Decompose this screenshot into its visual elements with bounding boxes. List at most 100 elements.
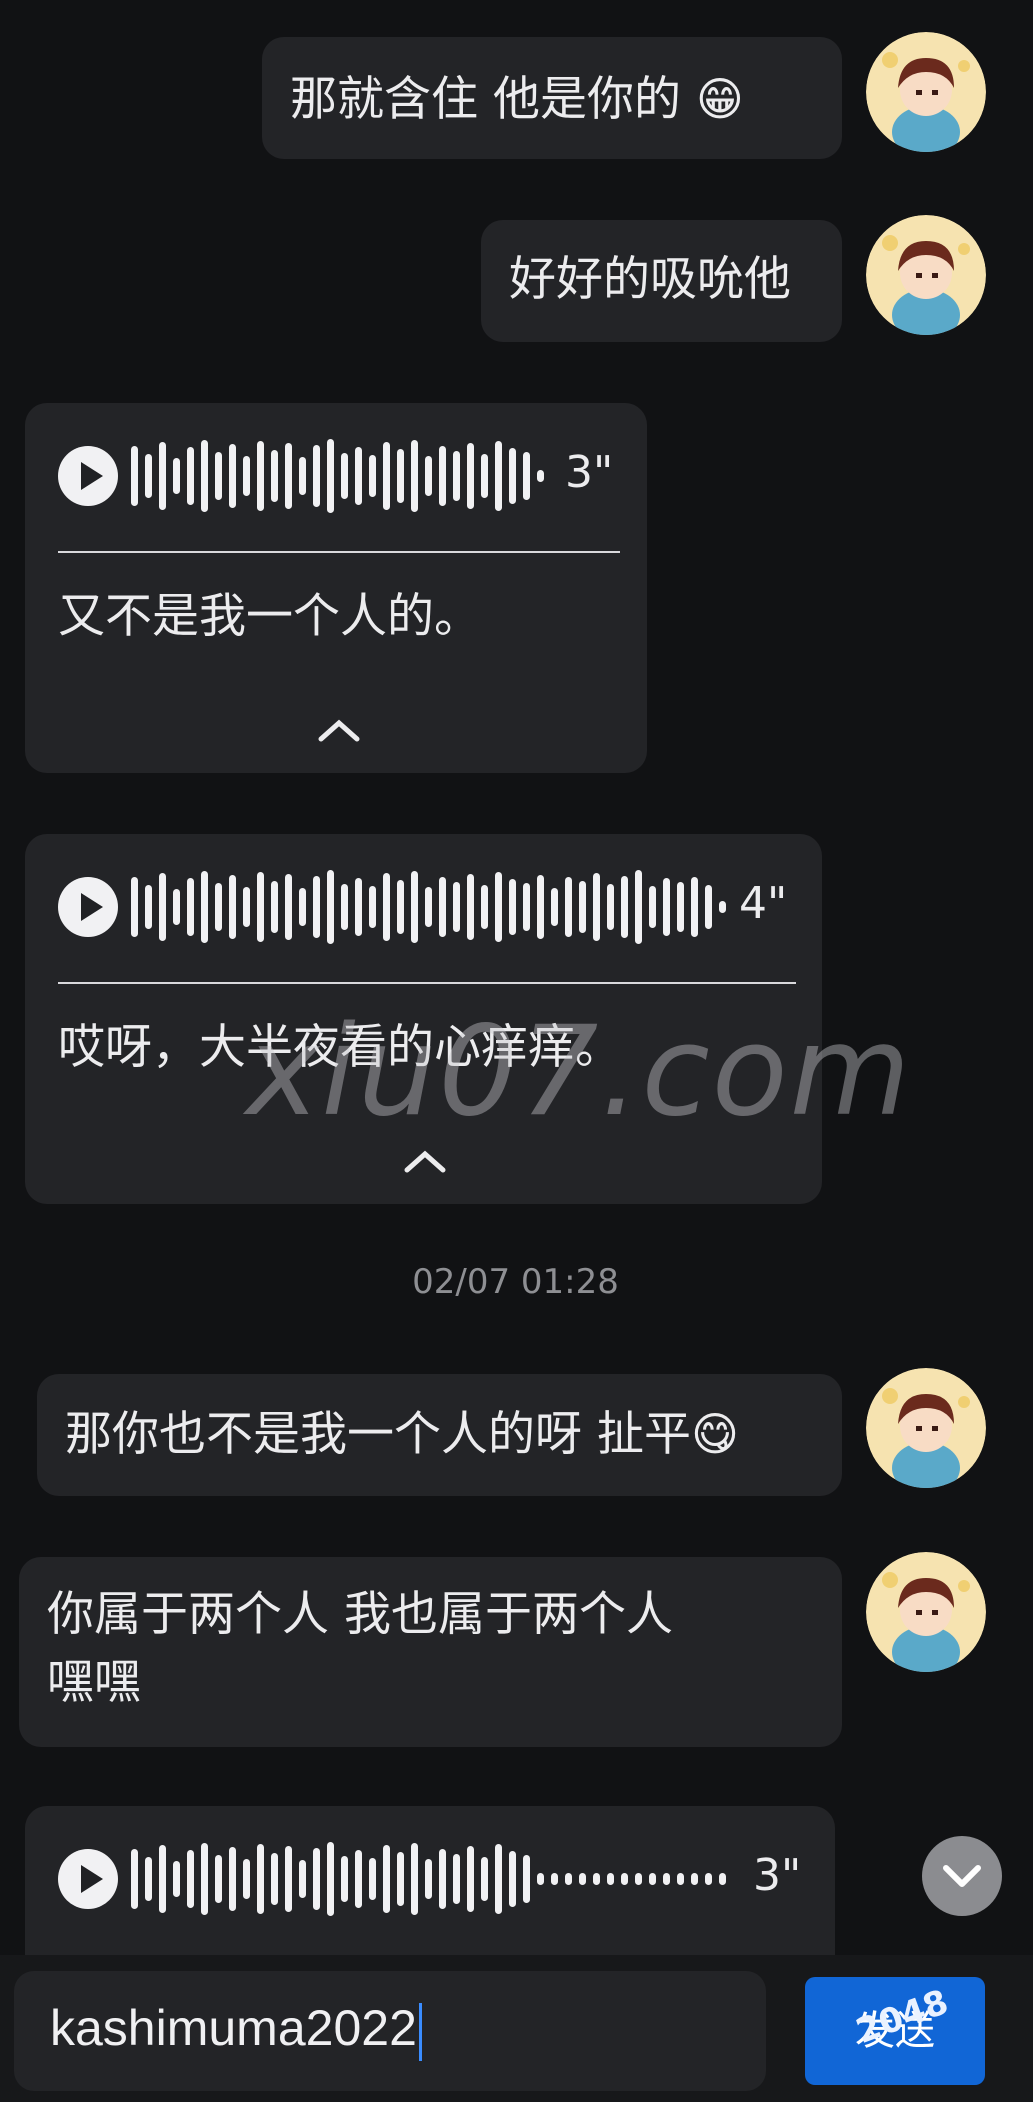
- waveform-bar: [453, 882, 460, 932]
- waveform-bar: [425, 887, 432, 927]
- waveform-dot: [677, 1873, 684, 1885]
- play-icon[interactable]: [58, 446, 118, 506]
- waveform-bar: [453, 451, 460, 501]
- collapse-chevron-icon[interactable]: [317, 715, 361, 745]
- waveform-bar: [495, 872, 502, 942]
- waveform-bar: [369, 455, 376, 497]
- waveform-bar: [271, 450, 278, 502]
- waveform-dot: [537, 470, 544, 482]
- play-icon[interactable]: [58, 877, 118, 937]
- voice-waveform: [131, 870, 726, 944]
- waveform-bar: [341, 1856, 348, 1902]
- waveform-bar: [341, 884, 348, 930]
- waveform-bar: [159, 1845, 166, 1913]
- waveform-bar: [509, 1851, 516, 1907]
- message-text: 好好的吸吮他: [509, 252, 791, 307]
- waveform-bar: [131, 446, 138, 506]
- waveform-bar: [201, 440, 208, 512]
- message-text: 那就含住 他是你的 😁: [290, 72, 744, 127]
- voice-transcript: 又不是我一个人的。: [58, 589, 481, 644]
- divider: [58, 551, 620, 553]
- voice-message-bubble[interactable]: 3" 又不是我一个人的。: [25, 403, 647, 773]
- waveform-bar: [467, 443, 474, 509]
- avatar[interactable]: [866, 32, 986, 152]
- waveform-bar: [663, 878, 670, 936]
- waveform-bar: [383, 1845, 390, 1913]
- waveform-bar: [299, 888, 306, 926]
- play-icon[interactable]: [58, 1849, 118, 1909]
- voice-waveform: [131, 1842, 726, 1916]
- waveform-bar: [131, 1849, 138, 1909]
- avatar-image-icon: [866, 1368, 986, 1488]
- message-bubble[interactable]: 那你也不是我一个人的呀 扯平😋: [37, 1374, 842, 1496]
- waveform-bar: [173, 889, 180, 925]
- waveform-bar: [579, 881, 586, 933]
- waveform-dot: [663, 1873, 670, 1885]
- waveform-bar: [201, 871, 208, 943]
- waveform-bar: [257, 441, 264, 511]
- waveform-bar: [229, 444, 236, 508]
- waveform-bar: [187, 447, 194, 505]
- waveform-bar: [187, 1850, 194, 1908]
- waveform-bar: [495, 441, 502, 511]
- message-text: 那你也不是我一个人的呀 扯平😋: [65, 1407, 739, 1462]
- avatar[interactable]: [866, 1552, 986, 1672]
- waveform-bar: [425, 1859, 432, 1899]
- waveform-bar: [397, 880, 404, 934]
- waveform-bar: [383, 873, 390, 941]
- message-input-text: kashimuma2022: [50, 1999, 422, 2061]
- waveform-bar: [313, 445, 320, 507]
- waveform-bar: [523, 1855, 530, 1903]
- waveform-bar: [313, 876, 320, 938]
- waveform-bar: [257, 1844, 264, 1914]
- watermark-badge: 2048: [851, 1982, 954, 2052]
- waveform-bar: [607, 884, 614, 930]
- message-input[interactable]: kashimuma2022: [14, 1971, 766, 2091]
- avatar[interactable]: [866, 1368, 986, 1488]
- message-bubble[interactable]: 你属于两个人 我也属于两个人 嘿嘿: [19, 1557, 842, 1747]
- avatar[interactable]: [866, 215, 986, 335]
- waveform-bar: [243, 1859, 250, 1899]
- waveform-bar: [131, 877, 138, 937]
- message-text-line-2: 嘿嘿: [47, 1655, 141, 1710]
- message-bubble[interactable]: 那就含住 他是你的 😁: [262, 37, 842, 159]
- waveform-dot: [691, 1873, 698, 1885]
- waveform-bar: [299, 457, 306, 495]
- waveform-bar: [327, 439, 334, 513]
- scroll-to-bottom-button[interactable]: [922, 1836, 1002, 1916]
- waveform-bar: [229, 875, 236, 939]
- waveform-bar: [327, 1842, 334, 1916]
- message-bubble[interactable]: 好好的吸吮他: [481, 220, 842, 342]
- waveform-bar: [285, 1846, 292, 1912]
- chevron-down-icon: [943, 1865, 981, 1887]
- waveform-bar: [215, 452, 222, 500]
- waveform-bar: [159, 442, 166, 510]
- waveform-dot: [635, 1873, 642, 1885]
- waveform-bar: [369, 886, 376, 928]
- waveform-bar: [439, 1849, 446, 1909]
- yum-emoji-icon: 😋: [690, 1407, 739, 1461]
- waveform-bar: [271, 1853, 278, 1905]
- waveform-bar: [705, 885, 712, 929]
- collapse-chevron-icon[interactable]: [403, 1146, 447, 1176]
- waveform-bar: [243, 887, 250, 927]
- waveform-bar: [355, 878, 362, 936]
- waveform-dot: [579, 1873, 586, 1885]
- waveform-bar: [187, 878, 194, 936]
- waveform-bar: [355, 447, 362, 505]
- waveform-bar: [677, 882, 684, 932]
- waveform-bar: [649, 886, 656, 928]
- voice-duration: 4": [739, 878, 788, 929]
- waveform-bar: [313, 1848, 320, 1910]
- waveform-dot: [719, 1873, 726, 1885]
- waveform-bar: [495, 1844, 502, 1914]
- waveform-bar: [523, 452, 530, 500]
- voice-waveform: [131, 439, 544, 513]
- avatar-image-icon: [866, 1552, 986, 1672]
- waveform-bar: [173, 458, 180, 494]
- send-button[interactable]: 发送 2048: [805, 1977, 985, 2085]
- waveform-dot: [649, 1873, 656, 1885]
- waveform-bar: [299, 1860, 306, 1898]
- waveform-bar: [439, 446, 446, 506]
- text-caret: [418, 2002, 422, 2061]
